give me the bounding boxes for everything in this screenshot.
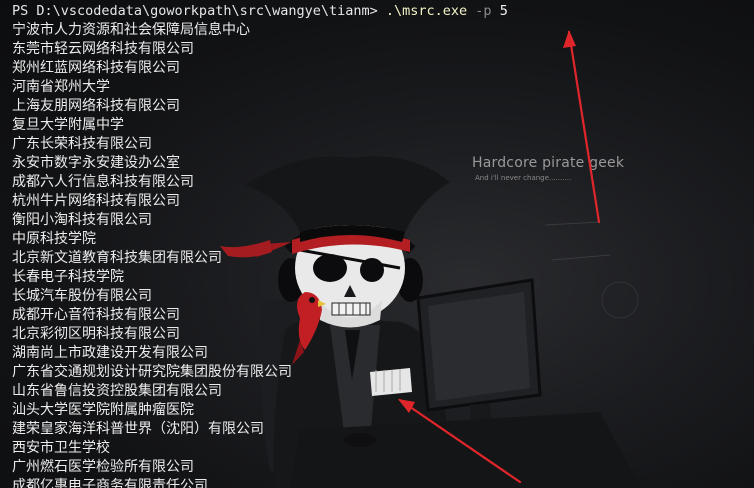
output-line: 杭州牛片网络科技有限公司 (12, 193, 180, 209)
command-argument: 5 (499, 3, 508, 19)
arrowhead-upper (563, 30, 576, 48)
arrow-line-upper (567, 30, 601, 224)
output-line: 东莞市轻云网络科技有限公司 (12, 41, 194, 57)
command-line[interactable]: PS D:\vscodedata\goworkpath\src\wangye\t… (12, 2, 508, 21)
output-line: 汕头大学医学院附属肿瘤医院 (12, 402, 194, 418)
output-line: 广东省交通规划设计研究院集团股份有限公司 (12, 364, 292, 380)
output-line: 成都亿惠电子商务有限责任公司 (12, 478, 208, 488)
output-line: 广东长荣科技有限公司 (12, 136, 152, 152)
output-line: 郑州红蓝网络科技有限公司 (12, 60, 180, 76)
terminal-window[interactable]: Hardcore pirate geek And i'll never chan… (0, 0, 754, 488)
command-flag: -p (475, 3, 492, 19)
output-line: 衡阳小淘科技有限公司 (12, 212, 152, 228)
wallpaper-subline: And i'll never change.......... (475, 174, 572, 182)
output-line: 山东省鲁信投资控股集团有限公司 (12, 383, 222, 399)
output-line: 北京新文道教育科技集团有限公司 (12, 250, 222, 266)
command-executable: .\msrc.exe (385, 3, 468, 19)
output-line: 河南省郑州大学 (12, 79, 110, 95)
output-line: 北京彩彻区明科技有限公司 (12, 326, 180, 342)
output-line: 宁波市人力资源和社会保障局信息中心 (12, 22, 250, 38)
arrowhead-lower (398, 399, 415, 413)
output-line: 永安市数字永安建设办公室 (12, 155, 180, 171)
output-line: 长城汽车股份有限公司 (12, 288, 152, 304)
output-line: 成都开心音符科技有限公司 (12, 307, 180, 323)
output-line: 建荣皇家海洋科普世界（沈阳）有限公司 (12, 421, 264, 437)
arrow-line-lower (398, 398, 522, 484)
output-line: 中原科技学院 (12, 231, 96, 247)
output-list: 宁波市人力资源和社会保障局信息中心 东莞市轻云网络科技有限公司 郑州红蓝网络科技… (12, 21, 292, 488)
output-line: 成都六人行信息科技有限公司 (12, 174, 194, 190)
output-line: 复旦大学附属中学 (12, 117, 124, 133)
output-line: 西安市卫生学校 (12, 440, 110, 456)
output-line: 上海友朋网络科技有限公司 (12, 98, 180, 114)
output-line: 广州燃石医学检验所有限公司 (12, 459, 194, 475)
output-line: 湖南尚上市政建设开发有限公司 (12, 345, 208, 361)
prompt-path: PS D:\vscodedata\goworkpath\src\wangye\t… (12, 3, 386, 19)
output-line: 长春电子科技学院 (12, 269, 124, 285)
wallpaper-tagline: Hardcore pirate geek (472, 155, 625, 171)
